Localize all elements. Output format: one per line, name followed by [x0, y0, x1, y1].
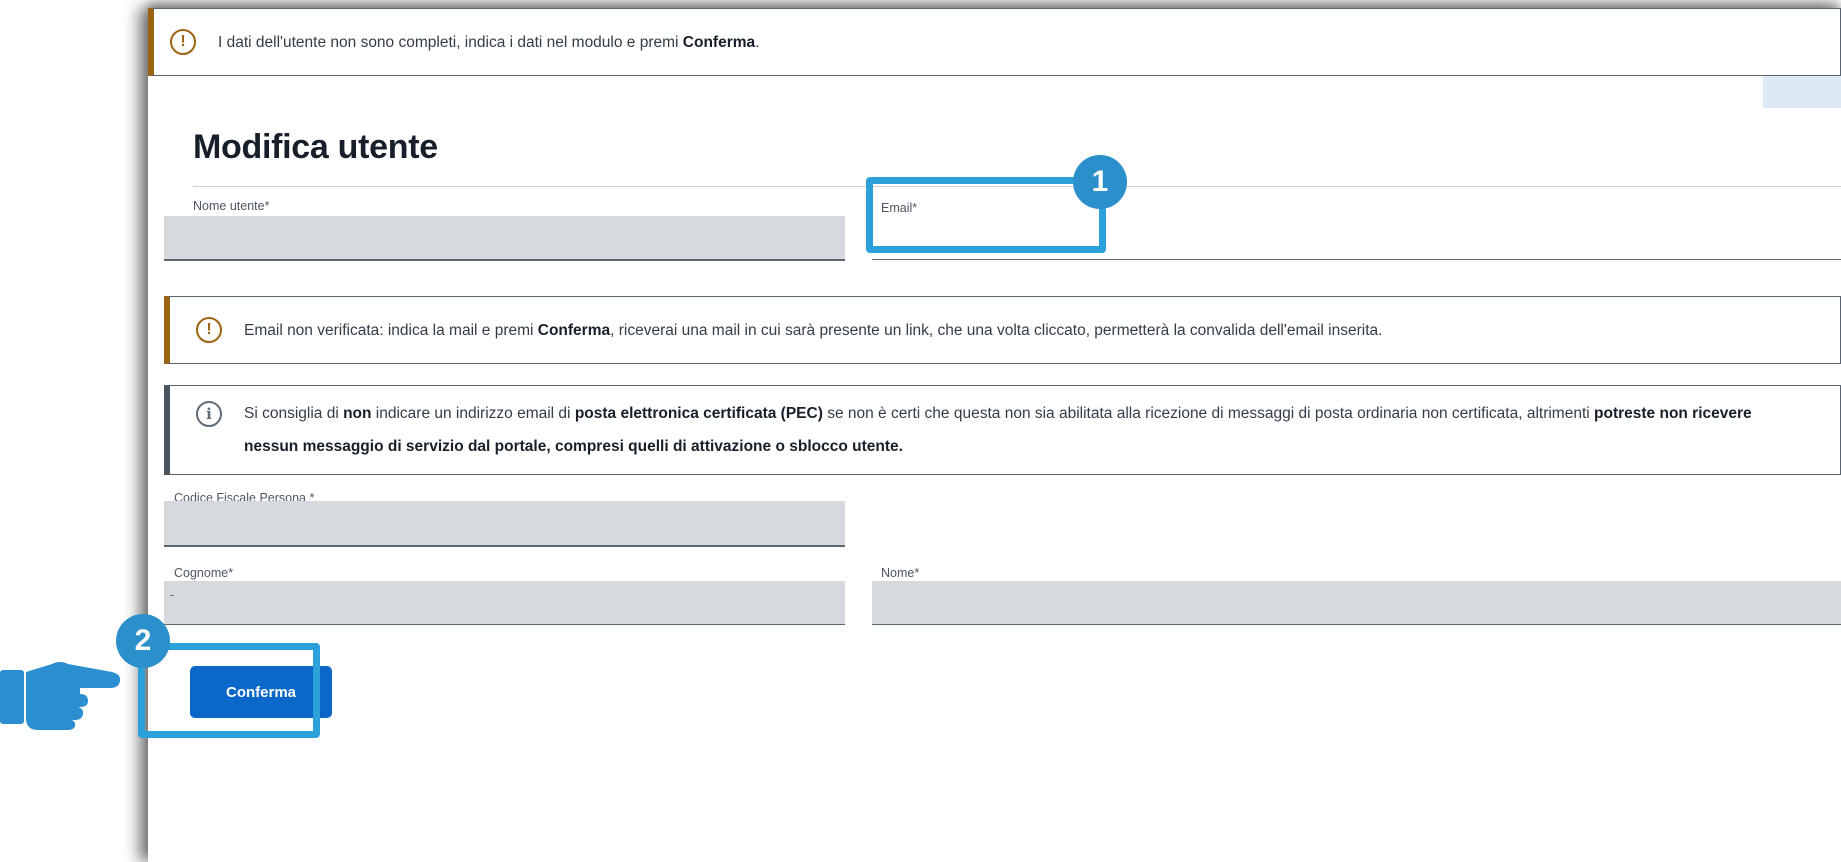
step-badge-1: 1 — [1073, 155, 1127, 209]
page-title: Modifica utente — [193, 128, 438, 166]
edit-user-panel: ! I dati dell'utente non sono completi, … — [148, 8, 1841, 862]
pec-info-alert: i Si consiglia di non indicare un indiri… — [164, 385, 1841, 475]
surname-value: - — [170, 587, 175, 602]
email-not-verified-alert: ! Email non verificata: indica la mail e… — [164, 296, 1841, 364]
warning-icon: ! — [170, 29, 196, 55]
confirm-highlight-box — [138, 643, 320, 738]
fiscal-code-input[interactable] — [164, 501, 845, 547]
warning-icon: ! — [196, 317, 222, 343]
pointing-hand-icon — [0, 662, 121, 730]
name-label: Nome* — [881, 566, 920, 580]
step-badge-2: 2 — [116, 614, 170, 668]
surname-input[interactable]: - — [164, 581, 845, 625]
email-highlight-box — [866, 177, 1106, 253]
surname-label: Cognome* — [174, 566, 234, 580]
email-not-verified-text: Email non verificata: indica la mail e p… — [244, 321, 1383, 339]
incomplete-data-alert: ! I dati dell'utente non sono completi, … — [148, 8, 1841, 76]
username-label: Nome utente* — [193, 199, 270, 213]
pec-info-text: Si consiglia di non indicare un indirizz… — [244, 405, 1752, 455]
info-icon: i — [196, 401, 222, 427]
username-input[interactable] — [164, 216, 845, 261]
incomplete-data-alert-text: I dati dell'utente non sono completi, in… — [218, 33, 760, 51]
name-input[interactable] — [872, 581, 1841, 625]
